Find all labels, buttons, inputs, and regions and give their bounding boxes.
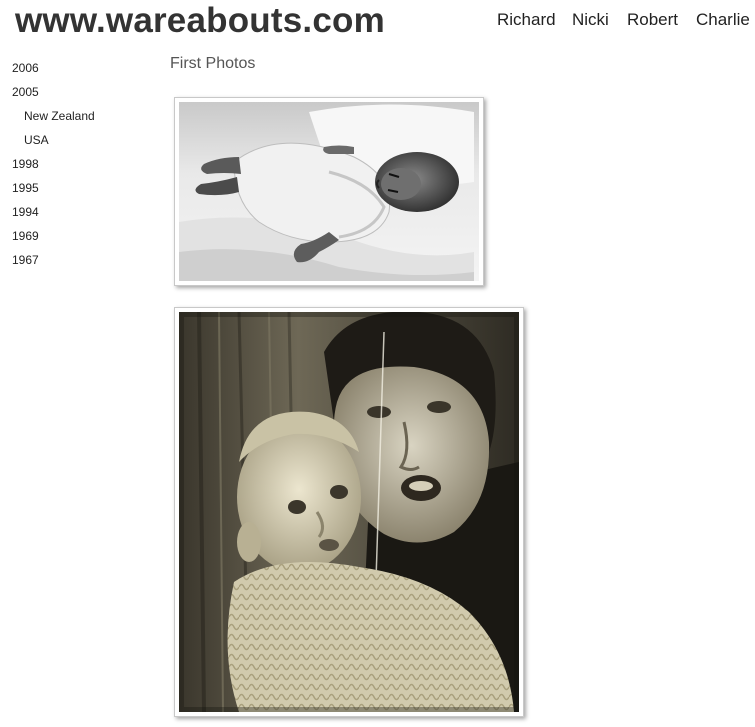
photo-man-with-baby[interactable]: [174, 307, 524, 717]
photo-man-with-baby-image: [179, 312, 519, 712]
site-title-link[interactable]: www.wareabouts.com: [15, 0, 385, 42]
sidebar-item-1995[interactable]: 1995: [12, 178, 152, 202]
nav-link-nicki[interactable]: Nicki: [572, 8, 609, 32]
section-title: First Photos: [170, 55, 256, 72]
sidebar-item-1969[interactable]: 1969: [12, 226, 152, 250]
sidebar-item-2005[interactable]: 2005: [12, 82, 152, 106]
sidebar-item-new-zealand[interactable]: New Zealand: [12, 106, 152, 130]
nav-link-robert[interactable]: Robert: [627, 8, 678, 32]
nav-link-richard[interactable]: Richard: [497, 8, 556, 32]
sidebar-item-1998[interactable]: 1998: [12, 154, 152, 178]
sidebar: 2006 2005 New Zealand USA 1998 1995 1994…: [12, 58, 152, 274]
photo-newborn-image: [179, 102, 479, 281]
sidebar-item-2006[interactable]: 2006: [12, 58, 152, 82]
sidebar-item-usa[interactable]: USA: [12, 130, 152, 154]
photo-newborn-baby[interactable]: [174, 97, 484, 286]
sidebar-item-1994[interactable]: 1994: [12, 202, 152, 226]
nav-link-charlie[interactable]: Charlie: [696, 8, 750, 32]
sidebar-item-1967[interactable]: 1967: [12, 250, 152, 274]
page: www.wareabouts.com Richard Nicki Robert …: [0, 0, 755, 727]
